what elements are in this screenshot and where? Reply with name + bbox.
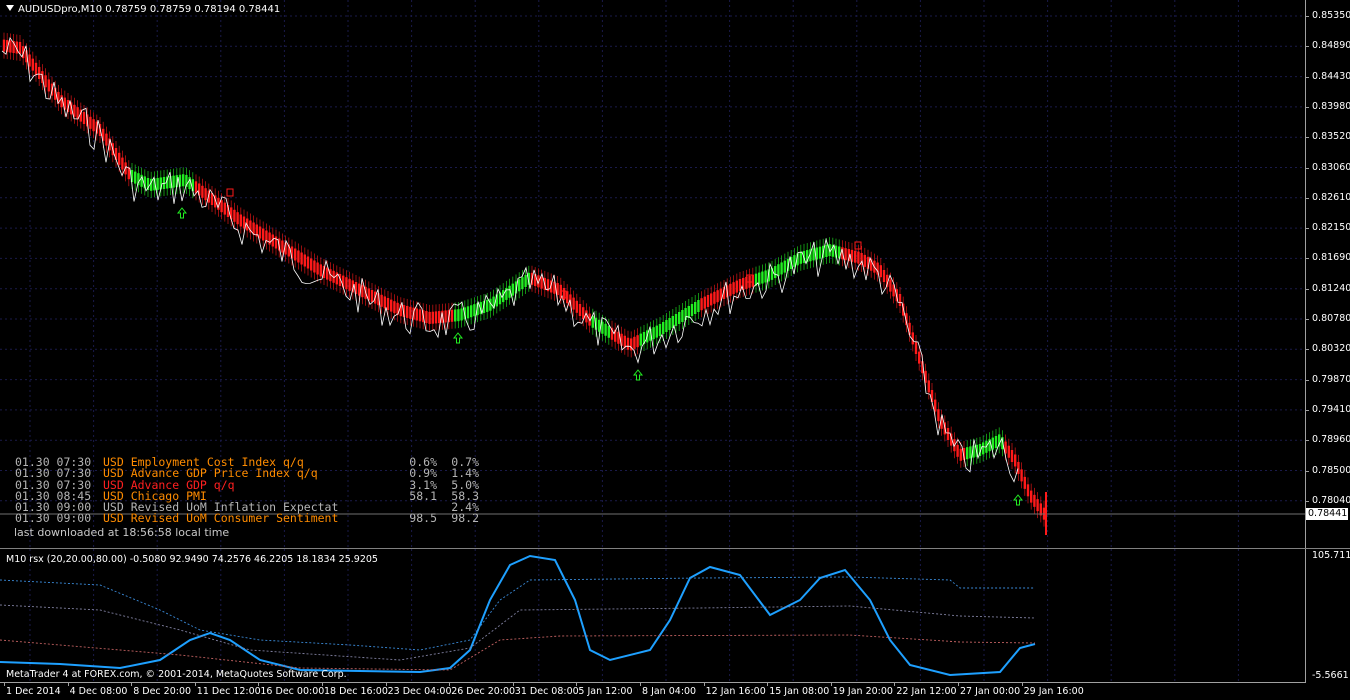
time-tick-label: 11 Dec 12:00	[196, 686, 261, 697]
time-tick-label: 16 Dec 00:00	[260, 686, 325, 697]
price-tick-label: 0.82610	[1312, 191, 1350, 203]
price-tick-label: 0.81690	[1312, 252, 1350, 264]
price-tick	[1305, 500, 1309, 502]
time-tick-label: 5 Jan 12:00	[578, 686, 633, 697]
time-tick	[894, 682, 896, 686]
last-downloaded-text: last downloaded at 18:56:58 local time	[14, 526, 230, 539]
news-time: 01.30 09:00	[15, 511, 92, 526]
time-tick-label: 12 Jan 16:00	[705, 686, 766, 697]
indicator-title: M10 rsx (20,20.00,80.00) -0.5080 92.9490…	[6, 554, 378, 565]
time-tick-label: 23 Dec 04:00	[387, 686, 452, 697]
footer-copyright: MetaTrader 4 at FOREX.com, © 2001-2014, …	[6, 669, 347, 680]
price-tick	[1305, 319, 1309, 320]
time-axis-border	[0, 682, 1306, 683]
time-tick	[385, 682, 387, 686]
price-tick	[1305, 106, 1309, 108]
current-price-label: 0.78441	[1306, 508, 1348, 520]
news-row: 01.30 09:00 USD Revised UoM Consumer Sent…	[15, 511, 479, 526]
price-tick	[1305, 470, 1309, 472]
price-tick	[1305, 379, 1309, 381]
price-tick	[1305, 228, 1309, 230]
time-tick-label: 19 Jan 20:00	[832, 686, 893, 697]
indicator-axis-bottom: -5.5661	[1312, 670, 1349, 681]
price-tick-label: 0.81240	[1312, 282, 1350, 294]
time-tick-label: 1 Dec 2014	[6, 686, 61, 697]
price-tick-label: 0.82150	[1312, 222, 1350, 234]
time-tick	[640, 682, 641, 686]
price-tick	[1305, 349, 1309, 351]
price-tick-label: 0.79410	[1312, 403, 1350, 415]
time-tick	[67, 682, 69, 686]
time-tick	[131, 682, 133, 686]
indicator-axis-top: 105.7119	[1312, 550, 1350, 561]
indicator-axis-border	[0, 549, 1306, 682]
time-tick	[576, 682, 578, 686]
time-tick	[958, 682, 959, 686]
time-tick	[512, 682, 514, 686]
price-tick-label: 0.78040	[1312, 494, 1350, 506]
price-tick-label: 0.85350	[1312, 10, 1350, 21]
price-tick-label: 0.78500	[1312, 464, 1350, 476]
time-tick	[703, 682, 705, 686]
time-tick-label: 8 Dec 20:00	[133, 686, 192, 697]
price-tick-label: 0.79870	[1312, 373, 1350, 385]
time-tick	[767, 682, 769, 686]
price-tick-label: 0.84890	[1312, 40, 1350, 52]
time-tick	[258, 682, 260, 686]
price-tick	[1305, 137, 1309, 139]
time-tick-label: 15 Jan 08:00	[769, 686, 830, 697]
price-tick	[1305, 167, 1309, 169]
price-tick-label: 0.84430	[1312, 70, 1350, 82]
price-tick-label: 0.78960	[1312, 434, 1350, 446]
news-panel: 01.30 07:30 USD Employment Cost Index q/q…	[15, 456, 479, 526]
time-tick	[1021, 682, 1023, 686]
chart-title: AUDUSDpro,M10 0.78759 0.78759 0.78194 0.…	[6, 4, 280, 15]
time-tick-label: 31 Dec 08:00	[514, 686, 579, 697]
price-tick-label: 0.83980	[1312, 100, 1350, 112]
time-tick	[449, 682, 451, 686]
price-tick-label: 0.80320	[1312, 343, 1350, 355]
time-tick-label: 26 Dec 20:00	[451, 686, 516, 697]
price-tick-label: 0.83520	[1312, 131, 1350, 143]
news-actual: 58.1	[409, 488, 437, 503]
price-tick	[1305, 288, 1309, 290]
price-tick-label: 0.83060	[1312, 161, 1350, 173]
price-tick	[1305, 46, 1309, 48]
time-tick	[322, 682, 323, 686]
time-tick	[4, 682, 5, 686]
time-tick	[830, 682, 832, 686]
price-tick	[1305, 409, 1309, 411]
price-tick	[1305, 197, 1309, 199]
time-tick-label: 4 Dec 08:00	[69, 686, 128, 697]
price-tick	[1305, 76, 1309, 78]
dropdown-triangle-icon[interactable]	[6, 5, 14, 11]
time-tick-label: 29 Jan 16:00	[1023, 686, 1084, 697]
price-tick-label: 0.80780	[1312, 313, 1350, 324]
time-tick-label: 18 Dec 16:00	[324, 686, 388, 697]
news-event: USD Revised UoM Consumer Sentiment	[103, 511, 339, 526]
price-tick	[1305, 440, 1309, 442]
time-tick-label: 22 Jan 12:00	[896, 686, 957, 697]
price-tick	[1305, 258, 1309, 260]
time-tick	[194, 682, 196, 686]
price-tick	[1305, 16, 1309, 17]
news-forecast: 98.2	[451, 511, 479, 526]
news-actual: 98.5	[409, 511, 437, 526]
time-tick-label: 8 Jan 04:00	[642, 686, 697, 697]
time-tick-label: 27 Jan 00:00	[960, 686, 1021, 697]
